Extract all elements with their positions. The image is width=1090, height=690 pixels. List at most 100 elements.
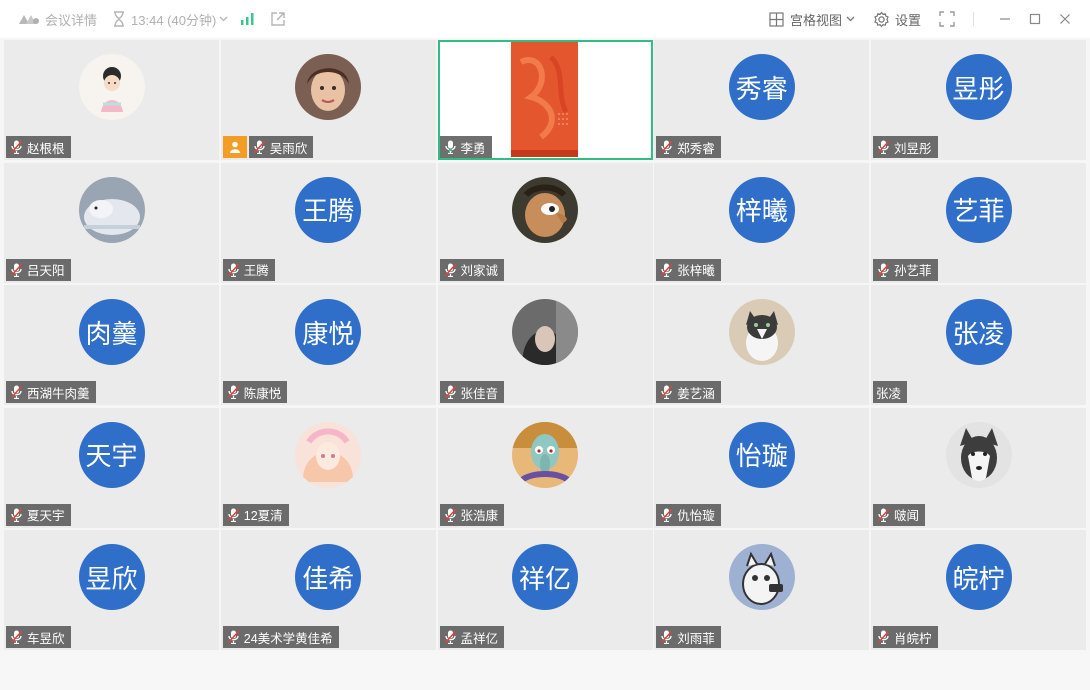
maximize-button[interactable]: [1020, 0, 1050, 38]
avatar: 皖柠: [945, 544, 1012, 610]
participant-tile[interactable]: 王腾 王腾: [220, 162, 436, 283]
participant-tile[interactable]: 昱欣 车昱欣: [4, 530, 219, 650]
minimize-icon: [1000, 18, 1010, 20]
participant-tile[interactable]: 张浩康: [437, 407, 653, 528]
fullscreen-button[interactable]: [939, 11, 955, 27]
maximize-icon: [1029, 13, 1041, 25]
participant-name: 孟祥亿: [460, 631, 499, 646]
meeting-time-button[interactable]: 13:44 (40分钟): [113, 10, 228, 29]
mic-muted-icon: [661, 385, 673, 399]
participant-tile[interactable]: 佳希 24美术学黄佳希: [220, 530, 436, 650]
participant-nametag: 王腾: [222, 258, 275, 281]
participant-tile[interactable]: 刘雨菲: [654, 530, 870, 650]
participant-name: 12夏清: [243, 509, 283, 523]
participant-name: 张浩康: [460, 509, 499, 523]
nametag-body: 孟祥亿: [439, 626, 505, 648]
participant-name: 郑秀睿: [677, 141, 715, 156]
mic-muted-icon: [661, 263, 673, 277]
network-signal-button[interactable]: [240, 12, 256, 26]
participant-tile[interactable]: 肉羹 西湖牛肉羹: [4, 285, 219, 405]
participant-nametag: 仇怡璇: [656, 503, 721, 526]
close-button[interactable]: [1050, 0, 1080, 38]
participant-nametag: 刘雨菲: [656, 626, 721, 648]
mic-muted-icon: [877, 140, 890, 154]
participant-name: 张梓曦: [677, 264, 715, 278]
participant-tile[interactable]: 秀睿 郑秀睿: [654, 40, 870, 160]
participant-name: 刘昱彤: [894, 141, 932, 156]
popout-button[interactable]: [270, 11, 286, 27]
settings-button[interactable]: 设置: [873, 10, 921, 29]
participant-tile[interactable]: 张佳音: [437, 285, 653, 405]
mic-muted-icon: [877, 508, 890, 522]
participant-tile[interactable]: 艺菲 孙艺菲: [871, 162, 1086, 283]
participant-tile[interactable]: 祥亿 孟祥亿: [437, 530, 653, 650]
mic-muted-icon: [661, 630, 673, 644]
close-icon: [1060, 14, 1070, 24]
participant-nametag: 郑秀睿: [656, 136, 721, 158]
avatar: 怡璇: [728, 421, 795, 488]
avatar: 昱欣: [78, 544, 145, 610]
external-link-icon: [271, 12, 285, 26]
meeting-info-label: 会议详情: [45, 12, 98, 28]
participant-nametag: 车昱欣: [6, 626, 71, 648]
participant-tile[interactable]: 姜艺涵: [654, 285, 870, 405]
participant-tile[interactable]: 12夏清: [220, 407, 436, 528]
participant-nametag: 张佳音: [439, 381, 505, 403]
nametag-body: 吴雨欣: [248, 136, 314, 158]
grid-view-button[interactable]: 宫格视图: [769, 10, 855, 29]
participant-nametag: 吴雨欣: [222, 136, 314, 158]
participant-name: 啵闻: [894, 509, 920, 523]
participant-tile[interactable]: 张凌 张凌: [871, 285, 1086, 405]
mic-muted-icon: [10, 630, 23, 644]
participant-name: 赵根根: [27, 141, 65, 156]
minimize-button[interactable]: [990, 0, 1020, 38]
meeting-window: 会议详情 13:44 (40分钟) 宫格视图 设置 赵根根 吴雨欣 李勇 秀睿 …: [0, 0, 1090, 690]
meeting-info-button[interactable]: 会议详情: [18, 10, 97, 29]
mic-muted-icon: [10, 385, 23, 399]
bottom-area: [0, 652, 1090, 690]
participant-tile[interactable]: 啵闻: [871, 407, 1086, 528]
participant-tile[interactable]: 康悦 陈康悦: [220, 285, 436, 405]
participant-nametag: 孟祥亿: [439, 626, 505, 648]
nametag-body: 王腾: [222, 258, 275, 281]
participant-nametag: 12夏清: [222, 503, 289, 526]
participant-tile[interactable]: 皖柠肖皖柠: [871, 530, 1086, 650]
participant-tile[interactable]: 吴雨欣: [220, 40, 436, 160]
nametag-body: 刘家诚: [439, 258, 505, 281]
mic-muted-icon: [444, 263, 456, 277]
participant-tile[interactable]: 刘家诚: [437, 162, 653, 283]
participant-tile[interactable]: 天宇 夏天宇: [4, 407, 219, 528]
nametag-body: 陈康悦: [222, 381, 288, 403]
mic-muted-icon: [227, 385, 239, 399]
nametag-body: 刘雨菲: [656, 626, 721, 648]
avatar-child-photo: [295, 54, 362, 120]
avatar-cat-photo: [728, 299, 795, 365]
participant-name: 姜艺涵: [677, 386, 715, 401]
mic-muted-icon: [227, 630, 239, 644]
meeting-duration: 13:44 (40分钟): [131, 12, 217, 28]
titlebar-separator: [973, 12, 974, 26]
avatar: 康悦: [295, 299, 362, 365]
mic-muted-icon: [877, 263, 890, 277]
participant-tile[interactable]: 李勇: [437, 40, 653, 160]
nametag-body: 夏天宇: [6, 503, 71, 526]
participant-name: 肖皖柠: [894, 631, 932, 646]
mic-muted-icon: [661, 508, 673, 522]
fullscreen-icon: [939, 11, 955, 27]
participant-tile[interactable]: 赵根根: [4, 40, 219, 160]
nametag-body: 仇怡璇: [656, 503, 721, 526]
participant-tile[interactable]: 梓曦 张梓曦: [654, 162, 870, 283]
participant-nametag: 陈康悦: [222, 381, 288, 403]
nametag-body: 吕天阳: [6, 258, 71, 281]
participant-tile[interactable]: 昱彤 刘昱彤: [871, 40, 1086, 160]
participant-nametag: 姜艺涵: [656, 381, 721, 403]
participant-name: 仇怡璇: [677, 509, 715, 523]
nametag-body: 张浩康: [439, 503, 505, 526]
grid-view-icon: [769, 11, 784, 27]
nametag-body: 张梓曦: [656, 258, 721, 281]
participant-tile[interactable]: 怡璇仇怡璇: [654, 407, 870, 528]
avatar: 佳希: [295, 544, 362, 610]
mic-muted-icon: [227, 508, 239, 522]
mic-muted-icon: [444, 385, 456, 399]
participant-tile[interactable]: 吕天阳: [4, 162, 219, 283]
